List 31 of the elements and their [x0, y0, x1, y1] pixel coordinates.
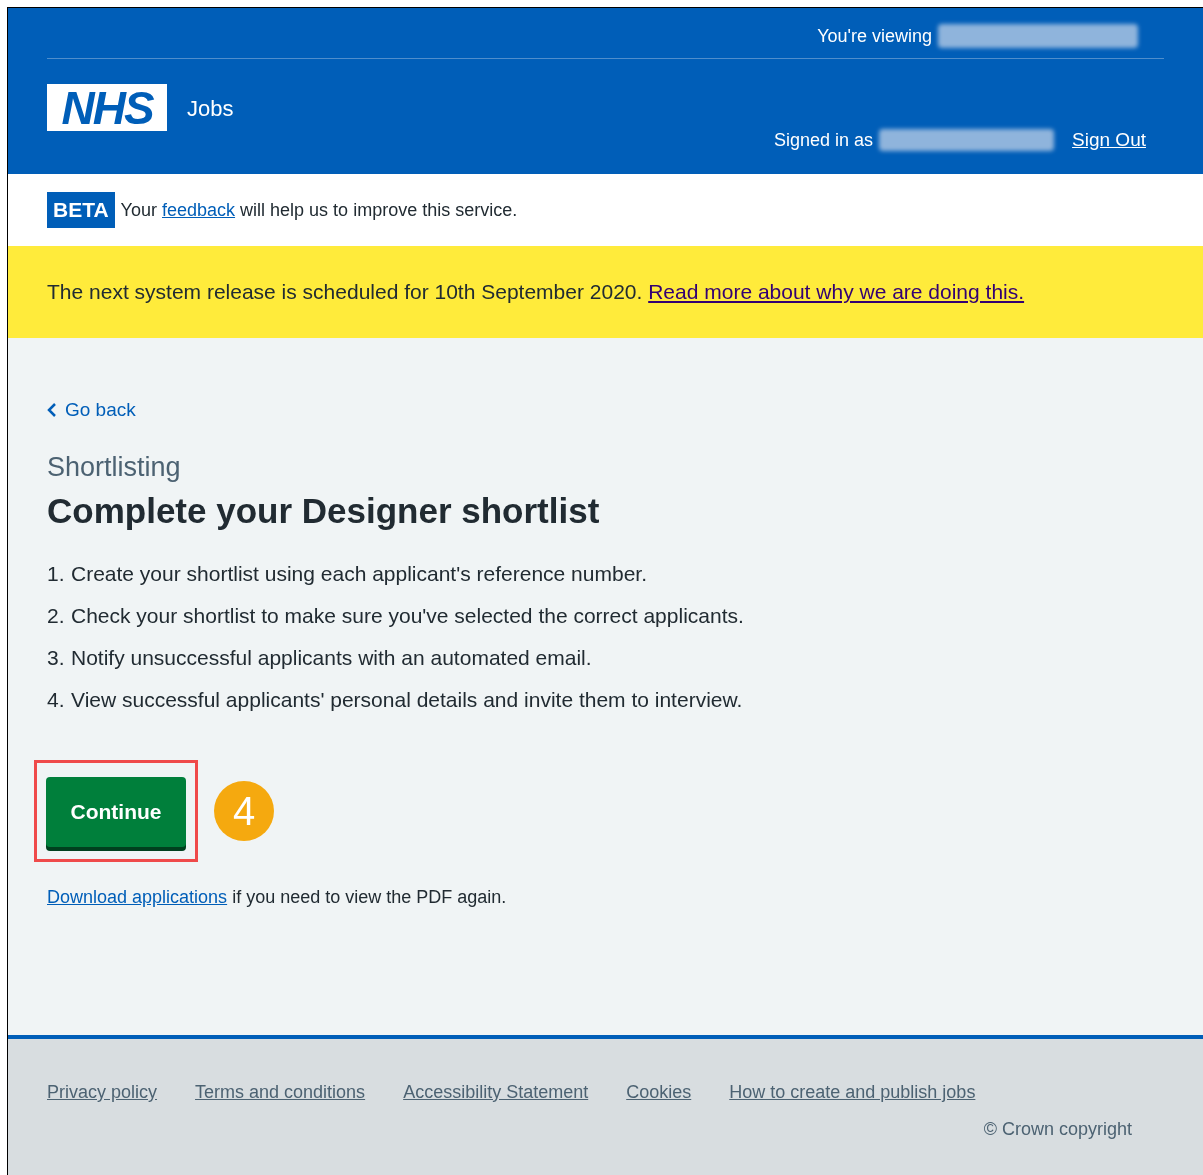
- nhs-logo[interactable]: NHS: [47, 84, 167, 131]
- chevron-left-icon: [47, 403, 57, 418]
- page-heading: Complete your Designer shortlist: [47, 490, 600, 532]
- footer-link[interactable]: Cookies: [626, 1079, 692, 1106]
- step-text: Create your shortlist using each applicant's reference number.: [71, 560, 647, 587]
- page-caption: Shortlisting: [47, 450, 181, 484]
- viewing-label: You're viewing: [817, 24, 932, 48]
- service-name[interactable]: Jobs: [187, 92, 234, 125]
- sign-out-link[interactable]: Sign Out: [1072, 126, 1146, 155]
- beta-tag: BETA: [47, 192, 115, 228]
- step-number: 4.: [47, 686, 66, 713]
- footer-link[interactable]: Terms and conditions: [195, 1079, 366, 1106]
- step-marker: 4: [214, 780, 274, 841]
- footer-link[interactable]: How to create and publish jobs: [729, 1079, 976, 1106]
- read-more-link[interactable]: Read more about why we are doing this.: [648, 280, 1025, 304]
- step-text: Notify unsuccessful applicants with an automated email.: [71, 644, 592, 671]
- step-text: Check your shortlist to make sure you've selected the correct applicants.: [71, 602, 744, 629]
- signed-in-label: Signed in as: [774, 128, 874, 152]
- copyright-text: © Crown copyright: [983, 1118, 1132, 1141]
- feedback-link[interactable]: feedback: [162, 199, 236, 220]
- beta-banner-text: Your feedback will help us to improve this service.: [120, 198, 518, 222]
- footer-link[interactable]: Accessibility Statement: [403, 1079, 589, 1106]
- notice-text: The next system release is scheduled for 10th September 2020. Read more about why we are doing this.: [47, 279, 1025, 306]
- go-back-link[interactable]: Go back: [47, 396, 136, 425]
- step-number: 1.: [47, 560, 66, 587]
- footer-link[interactable]: Privacy policy: [47, 1079, 158, 1106]
- download-text: Download applications if you need to view the PDF again.: [47, 885, 507, 909]
- download-link[interactable]: Download applications: [47, 886, 228, 907]
- step-number: 2.: [47, 602, 66, 629]
- step-text: View successful applicants' personal details and invite them to interview.: [71, 686, 743, 713]
- step-number: 3.: [47, 644, 66, 671]
